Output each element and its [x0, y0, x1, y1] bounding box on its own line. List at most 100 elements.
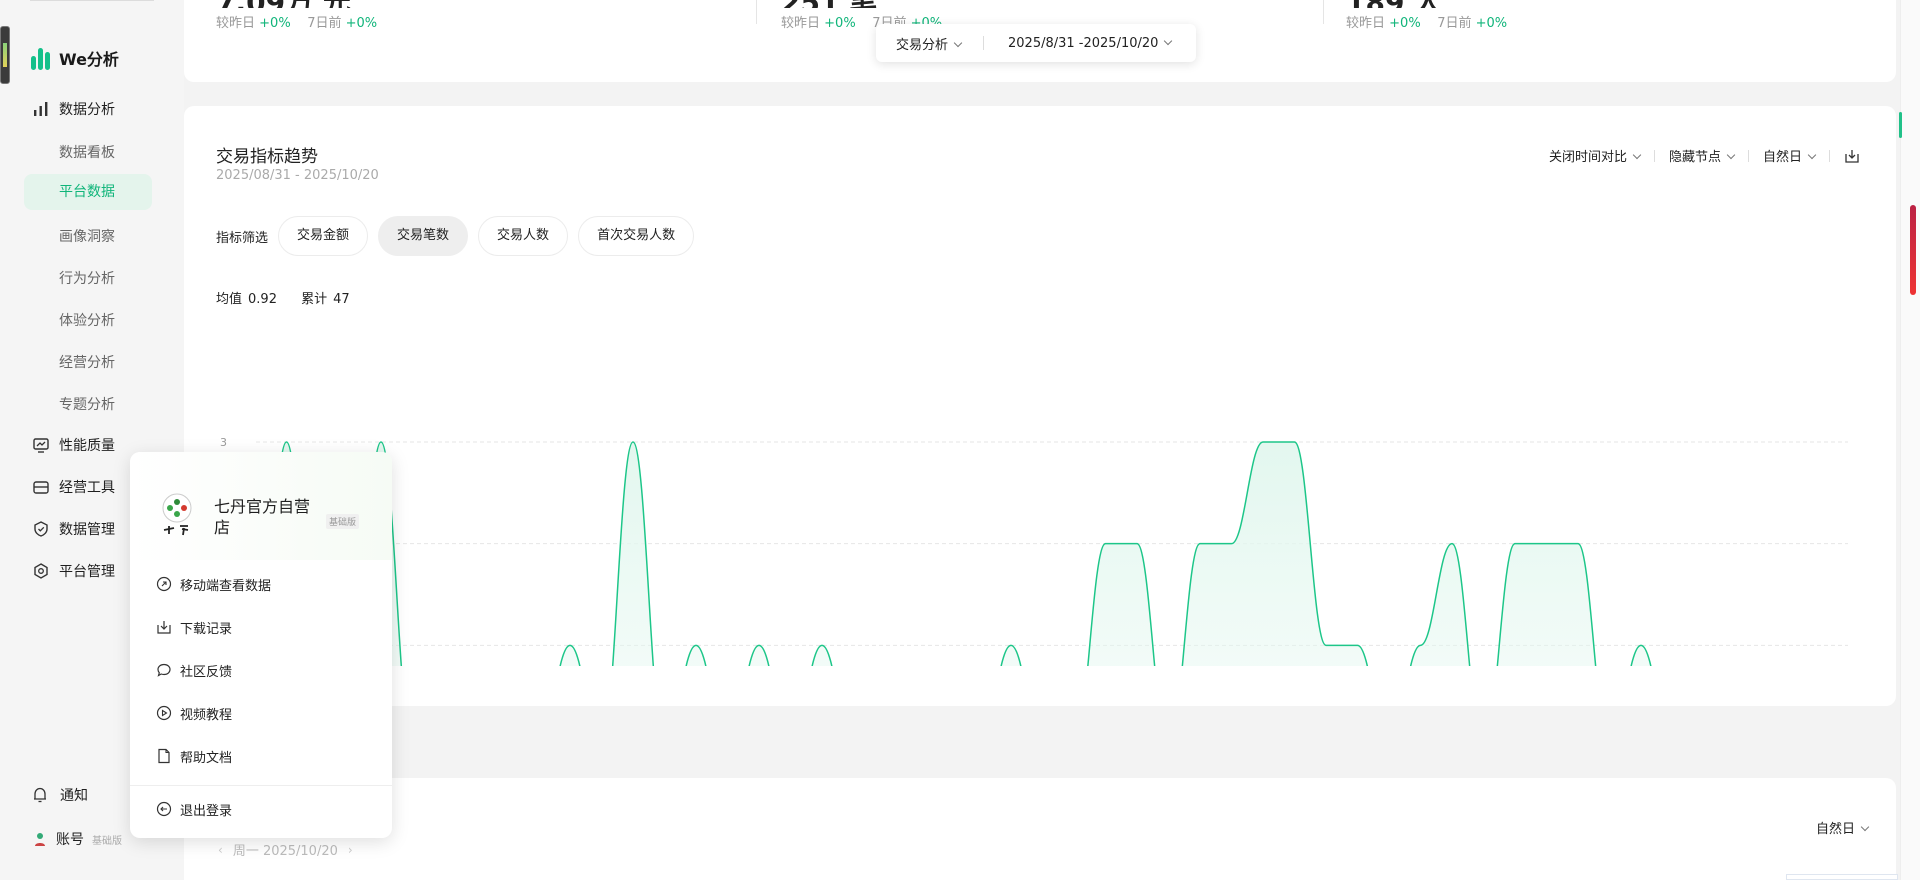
- monitor-icon: [33, 438, 49, 453]
- device-indicator: [0, 26, 10, 84]
- dropdown-label: 自然日: [1762, 150, 1802, 165]
- trend-controls: 关闭时间对比 隐藏节点 自然日: [1549, 146, 1860, 165]
- menu-item-label: 帮助文档: [180, 750, 233, 766]
- control-divider: [1653, 149, 1655, 162]
- date-range-picker[interactable]: 2025/8/31 -2025/10/20: [1008, 35, 1173, 51]
- kpi-value: 251 笔: [781, 0, 942, 8]
- metric-pill-first-buyers[interactable]: 首次交易人数: [578, 216, 695, 256]
- metric-pill-orders[interactable]: 交易笔数: [378, 216, 469, 256]
- avg-label: 均值: [216, 292, 243, 307]
- app-name: We分析: [59, 50, 119, 69]
- metric-pill-buyers[interactable]: 交易人数: [478, 216, 569, 256]
- metric-pill-amount[interactable]: 交易金额: [278, 216, 369, 256]
- compare-label: 7日前: [1437, 16, 1472, 31]
- time-compare-dropdown[interactable]: 关闭时间对比: [1549, 146, 1642, 165]
- nav-item-topic[interactable]: 专题分析: [59, 394, 115, 414]
- nav-item-behavior[interactable]: 行为分析: [59, 268, 115, 288]
- kpi-buyers: 189 人 较昨日 +0% 7日前 +0%: [1346, 0, 1507, 31]
- nav-group-platform-management[interactable]: 平台管理: [32, 558, 115, 584]
- chevron-down-icon: [1632, 150, 1642, 160]
- shop-header: 七丹官方自营店 基础版: [130, 452, 392, 560]
- module-select[interactable]: 交易分析: [896, 34, 963, 53]
- download-icon[interactable]: [1844, 148, 1860, 164]
- notification-label: 通知: [60, 788, 88, 804]
- nav-item-operation[interactable]: 经营分析: [59, 352, 115, 372]
- kpi-value: 189 人: [1346, 0, 1507, 8]
- day-navigator: ‹ 周一 2025/10/20 ›: [218, 840, 353, 860]
- compare-value: +0%: [259, 16, 291, 31]
- series-area: [266, 442, 1651, 666]
- nav-item-platform-data[interactable]: 平台数据: [24, 174, 152, 210]
- granularity-dropdown[interactable]: 自然日: [1762, 146, 1817, 165]
- logout-button[interactable]: 退出登录: [156, 798, 232, 820]
- popup-divider: [130, 785, 392, 786]
- bar-chart-icon: [34, 102, 48, 116]
- current-day: 周一 2025/10/20: [232, 844, 338, 859]
- community-feedback-button[interactable]: 社区反馈: [156, 659, 232, 681]
- nav-group-label: 经营工具: [59, 480, 115, 496]
- nav-group-data-management[interactable]: 数据管理: [32, 516, 115, 542]
- series-line: [265, 441, 1652, 666]
- dropdown-label: 自然日: [1815, 822, 1855, 837]
- nav-group-label: 性能质量: [59, 438, 115, 454]
- logout-label: 退出登录: [180, 803, 233, 819]
- compare-value: +0%: [824, 16, 856, 31]
- prev-day-button[interactable]: ‹: [218, 843, 223, 857]
- right-edge-panel: [1900, 0, 1920, 880]
- trend-date-range: 2025/08/31 - 2025/10/20: [216, 168, 379, 183]
- logout-icon: [156, 801, 172, 817]
- hide-nodes-dropdown[interactable]: 隐藏节点: [1668, 146, 1736, 165]
- avg-value: 0.92: [248, 292, 277, 307]
- side-widget[interactable]: [1910, 205, 1916, 295]
- compare-value: +0%: [1389, 16, 1421, 31]
- total-label: 累计: [301, 292, 328, 307]
- help-docs-button[interactable]: 帮助文档: [156, 745, 232, 767]
- trend-chart[interactable]: 123周四 2025/09/04周一 2025/09/08周五 2025/09/…: [184, 326, 1896, 666]
- menu-item-label: 社区反馈: [180, 664, 233, 680]
- nav-item-experience[interactable]: 体验分析: [59, 310, 115, 330]
- detail-granularity-dropdown[interactable]: 自然日: [1815, 818, 1870, 837]
- trend-title: 交易指标趋势: [216, 147, 318, 167]
- nav-item-dashboard[interactable]: 数据看板: [59, 142, 115, 162]
- compare-label: 较昨日: [1346, 16, 1386, 31]
- dropdown-label: 隐藏节点: [1668, 150, 1721, 165]
- nav-group-label: 平台管理: [59, 564, 115, 580]
- kpi-compare: 较昨日 +0% 7日前 +0%: [1346, 12, 1507, 31]
- metric-filter: 指标筛选 交易金额 交易笔数 交易人数 首次交易人数: [216, 216, 704, 256]
- total-value: 47: [333, 292, 350, 307]
- kpi-amount: 7.09万 元 较昨日 +0% 7日前 +0%: [216, 0, 377, 31]
- toolbox-icon: [33, 481, 49, 494]
- module-select-value: 交易分析: [896, 37, 949, 53]
- mobile-view-button[interactable]: 移动端查看数据: [156, 573, 271, 595]
- video-tutorial-button[interactable]: 视频教程: [156, 702, 232, 724]
- next-day-button[interactable]: ›: [348, 843, 353, 857]
- download-records-button[interactable]: 下载记录: [156, 616, 232, 638]
- app-logo[interactable]: We分析: [31, 44, 119, 72]
- chevron-down-icon: [1726, 150, 1736, 160]
- compare-value: +0%: [345, 16, 378, 31]
- menu-item-label: 移动端查看数据: [180, 578, 272, 594]
- link-icon: [156, 576, 172, 592]
- nav-group-data-analysis[interactable]: 数据分析: [32, 96, 115, 122]
- chevron-down-icon: [953, 38, 963, 47]
- nav-group-label: 数据分析: [59, 102, 115, 118]
- shop-tier-badge: 基础版: [326, 514, 360, 529]
- nav-group-label: 数据管理: [59, 522, 115, 538]
- metric-filter-label: 指标筛选: [216, 230, 269, 246]
- bottom-right-widget: [1786, 874, 1898, 880]
- compare-label: 较昨日: [781, 16, 821, 31]
- account-button[interactable]: 账号 基础版: [32, 829, 122, 849]
- notification-button[interactable]: 通知: [32, 785, 88, 805]
- nav-group-tools[interactable]: 经营工具: [32, 474, 115, 500]
- date-range-value: 2025/8/31 -2025/10/20: [1008, 35, 1159, 51]
- avatar: [35, 833, 45, 846]
- compare-value: +0%: [1475, 16, 1508, 31]
- play-circle-icon: [156, 705, 172, 721]
- document-icon: [158, 748, 170, 764]
- nav-item-portrait[interactable]: 画像洞察: [59, 226, 115, 246]
- trend-stats: 均值 0.92 累计 47: [216, 288, 370, 307]
- control-divider: [1747, 149, 1749, 162]
- chevron-down-icon: [1860, 822, 1870, 832]
- nav-group-performance[interactable]: 性能质量: [32, 432, 115, 458]
- scroll-indicator[interactable]: [1899, 112, 1902, 138]
